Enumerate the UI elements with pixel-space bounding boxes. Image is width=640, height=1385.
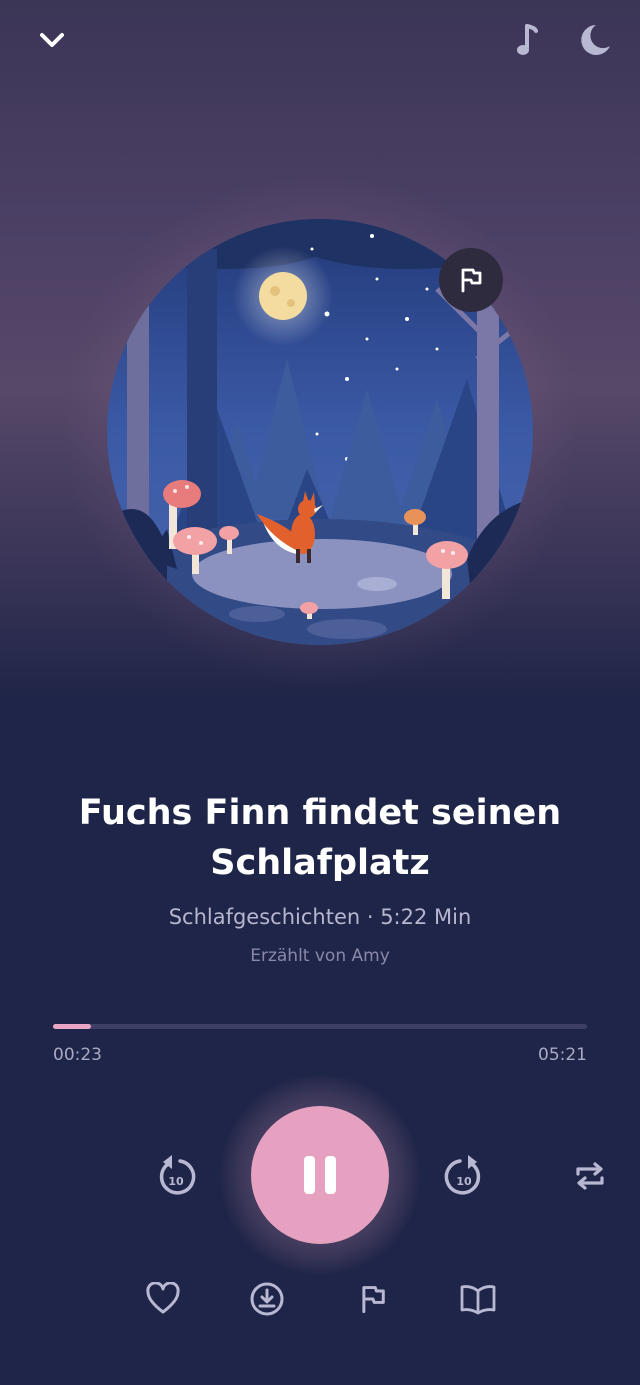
forward-10-icon: 10 — [444, 1155, 481, 1195]
repeat-button[interactable] — [568, 1154, 612, 1198]
pause-icon — [304, 1156, 336, 1194]
open-book-icon — [460, 1285, 496, 1315]
skip-forward-button[interactable]: 10 — [440, 1150, 488, 1202]
elapsed-time: 00:23 — [53, 1045, 102, 1065]
cover-flag-button[interactable] — [439, 248, 503, 312]
favorite-button[interactable] — [142, 1278, 184, 1320]
progress-bar[interactable] — [53, 1024, 587, 1029]
collapse-button[interactable] — [30, 20, 74, 60]
read-button[interactable] — [456, 1278, 500, 1320]
moon-icon — [581, 25, 610, 55]
report-button[interactable] — [352, 1278, 394, 1320]
skip-forward-label: 10 — [456, 1175, 472, 1188]
narrator-label: Erzählt von Amy — [250, 946, 390, 966]
flag-icon — [461, 268, 482, 293]
flag-icon — [362, 1286, 385, 1314]
rewind-10-icon: 10 — [159, 1155, 196, 1195]
music-note-icon — [517, 24, 538, 55]
heart-icon — [146, 1282, 180, 1314]
remaining-time: 05:21 — [538, 1045, 587, 1065]
chevron-down-icon — [40, 33, 64, 47]
download-button[interactable] — [246, 1278, 288, 1320]
skip-back-button[interactable]: 10 — [152, 1150, 200, 1202]
download-icon — [250, 1282, 284, 1316]
track-title: Fuchs Finn findet seinen Schlafplatz — [78, 793, 562, 883]
track-meta: Schlafgeschichten · 5:22 Min — [168, 905, 472, 929]
skip-back-label: 10 — [168, 1175, 184, 1188]
pause-button[interactable] — [251, 1106, 389, 1244]
repeat-icon — [576, 1162, 604, 1190]
progress-fill — [53, 1024, 92, 1029]
sleep-timer-button[interactable] — [572, 18, 616, 62]
music-button[interactable] — [508, 18, 548, 62]
